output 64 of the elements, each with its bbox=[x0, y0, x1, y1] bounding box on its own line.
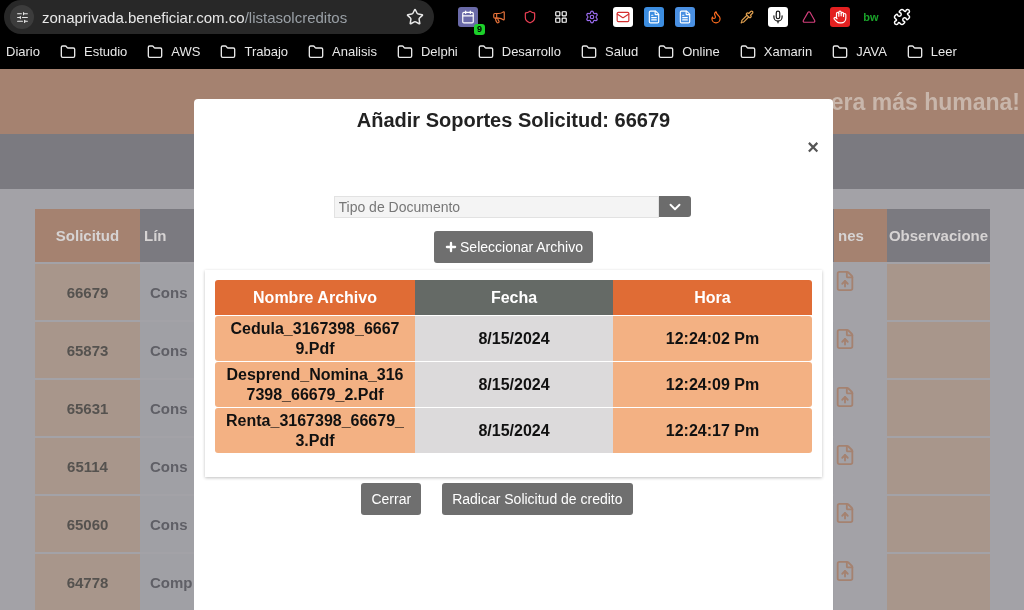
notes-icon[interactable] bbox=[675, 7, 695, 28]
column-header: Solicitud bbox=[35, 209, 140, 262]
bookmark-item[interactable]: Analisis bbox=[308, 43, 377, 60]
submit-button[interactable]: Radicar Solicitud de credito bbox=[442, 483, 633, 515]
column-header: nes bbox=[834, 209, 887, 262]
folder-icon bbox=[658, 43, 675, 60]
hand-icon[interactable] bbox=[830, 7, 850, 28]
table-cell: 65631 bbox=[35, 380, 140, 436]
bookmark-item[interactable]: JAVA bbox=[832, 43, 887, 60]
bookmark-item[interactable]: Trabajo bbox=[220, 43, 289, 60]
folder-icon bbox=[59, 43, 76, 60]
bookmark-item[interactable]: Estudio bbox=[59, 43, 128, 60]
folder-icon bbox=[308, 43, 325, 60]
banner-slogan: era más humana! bbox=[830, 89, 1020, 116]
table-cell: 12:24:17 Pm bbox=[613, 408, 812, 453]
table-cell: Renta_3167398_66679_3.Pdf bbox=[215, 408, 415, 453]
table-cell: Cedula_3167398_66679.Pdf bbox=[215, 316, 415, 361]
table-cell: 65060 bbox=[35, 496, 140, 552]
table-cell: 65873 bbox=[35, 322, 140, 378]
folder-icon bbox=[739, 43, 756, 60]
bookmark-item[interactable]: Xamarin bbox=[739, 43, 813, 60]
folder-icon bbox=[147, 43, 164, 60]
bookmark-item[interactable]: Online bbox=[658, 43, 720, 60]
dropdown-button[interactable] bbox=[658, 196, 691, 217]
table-cell: 64778 bbox=[35, 554, 140, 610]
table-cell: 8/15/2024 bbox=[415, 362, 613, 407]
table-cell: 12:24:02 Pm bbox=[613, 316, 812, 361]
table-cell: 12:24:09 Pm bbox=[613, 362, 812, 407]
folder-icon bbox=[581, 43, 597, 60]
bookmark-item[interactable]: Desarrollo bbox=[477, 43, 561, 60]
table-cell: 66679 bbox=[35, 264, 140, 320]
extension-badge: 9 bbox=[474, 24, 485, 36]
bookmark-item[interactable]: Diario bbox=[6, 44, 40, 60]
table-cell: 8/15/2024 bbox=[415, 408, 613, 453]
modal-title: Añadir Soportes Solicitud: 66679 bbox=[356, 109, 671, 132]
column-header: Observacione bbox=[887, 209, 990, 262]
bookmark-item[interactable]: Salud bbox=[581, 43, 639, 60]
address-bar[interactable]: zonaprivada.beneficiar.com.co/listasolcreditos bbox=[4, 0, 434, 35]
folder-icon bbox=[477, 43, 494, 60]
extension-button[interactable]: bw bbox=[861, 11, 881, 24]
bookmark-item[interactable]: Delphi bbox=[396, 43, 458, 60]
select-file-button[interactable]: Seleccionar Archivo bbox=[434, 231, 593, 263]
microphone-icon[interactable] bbox=[768, 7, 788, 28]
bookmark-item[interactable]: Leer bbox=[906, 43, 957, 60]
table-cell: 8/15/2024 bbox=[415, 316, 613, 361]
calendar-icon[interactable] bbox=[458, 7, 478, 28]
puzzle-icon[interactable] bbox=[892, 7, 912, 28]
folder-icon bbox=[396, 43, 413, 60]
table-cell: Desprend_Nomina_3167398_66679_2.Pdf bbox=[215, 362, 415, 407]
table-cell: 65114 bbox=[35, 438, 140, 494]
bookmark-item[interactable]: AWS bbox=[147, 43, 201, 60]
column-header: Hora bbox=[613, 280, 812, 315]
folder-icon bbox=[220, 43, 237, 60]
column-header: Nombre Archivo bbox=[215, 280, 415, 315]
close-button[interactable]: × bbox=[807, 138, 819, 156]
mail-icon[interactable] bbox=[613, 7, 633, 28]
plus-icon bbox=[444, 240, 458, 254]
bookmark-star-icon[interactable] bbox=[406, 8, 424, 27]
folder-icon bbox=[906, 43, 923, 60]
close-dialog-button[interactable]: Cerrar bbox=[361, 483, 422, 515]
url-text: zonaprivada.beneficiar.com.co/listasolcreditos bbox=[42, 8, 349, 26]
folder-icon bbox=[832, 43, 849, 60]
site-settings-icon[interactable] bbox=[10, 5, 34, 30]
column-header: Fecha bbox=[415, 280, 613, 315]
